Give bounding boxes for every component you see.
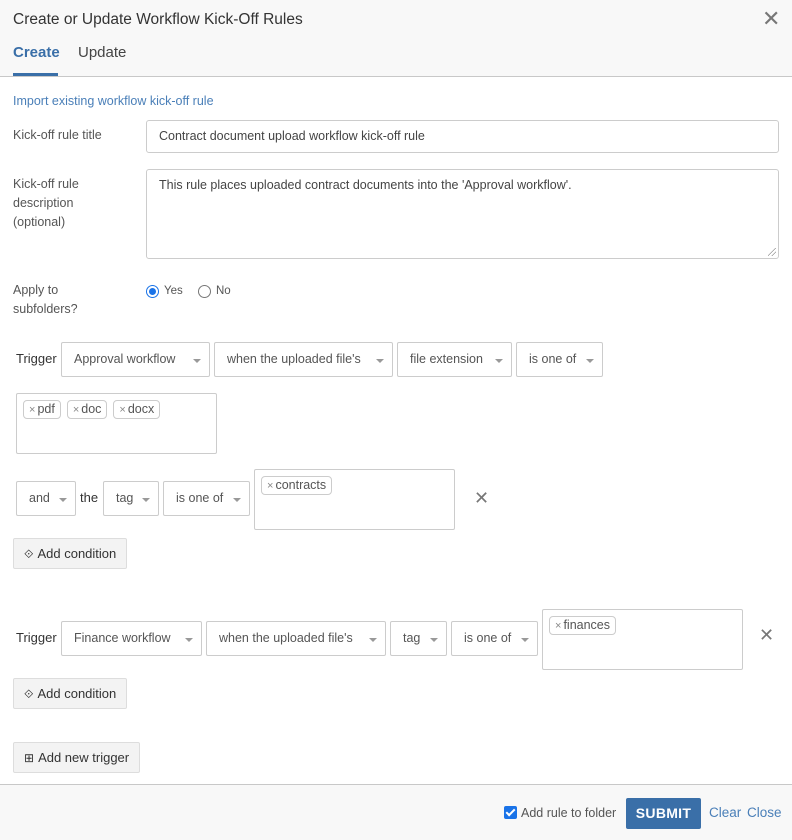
clear-link[interactable]: Clear	[709, 805, 741, 820]
tag-values-input[interactable]: × finances	[542, 609, 743, 670]
title-input[interactable]: Contract document upload workflow kick-o…	[146, 120, 779, 153]
remove-condition-icon[interactable]: ✕	[474, 489, 489, 507]
subfolders-label: Apply to subfolders?	[13, 281, 78, 319]
conjunction-select-value: and	[29, 491, 50, 505]
description-label-line: (optional)	[13, 215, 66, 229]
operator-select[interactable]: is one of	[516, 342, 603, 377]
remove-trigger-icon[interactable]: ✕	[759, 626, 774, 644]
caret-down-icon	[521, 638, 529, 642]
condition-attribute-select[interactable]: tag	[103, 481, 159, 516]
add-condition-icon: ⟐	[24, 547, 34, 561]
chip-remove-icon[interactable]: ×	[119, 404, 125, 416]
value-chip: × contracts	[261, 476, 333, 495]
description-label-line: Kick-off rule	[13, 177, 79, 191]
workflow-select-value: Approval workflow	[74, 352, 176, 366]
value-chip: × docx	[113, 400, 161, 419]
add-condition-button[interactable]: ⟐ Add condition	[13, 538, 128, 569]
caret-down-icon	[185, 638, 193, 642]
add-to-folder-checkbox[interactable]	[504, 806, 517, 819]
workflow-select-value: Finance workflow	[74, 631, 171, 645]
tab-create[interactable]: Create	[13, 44, 60, 61]
subfolders-no-radio[interactable]	[198, 285, 211, 298]
value-chip: × finances	[549, 616, 616, 635]
caret-down-icon	[59, 498, 67, 502]
operator-select-value: is one of	[464, 631, 512, 645]
subject-select-value: when the uploaded file's	[227, 352, 361, 366]
extension-values-input[interactable]: × pdf × doc × docx	[16, 393, 217, 454]
subfolders-yes-radio[interactable]	[146, 285, 159, 298]
workflow-select[interactable]: Approval workflow	[61, 342, 210, 377]
dialog-title: Create or Update Workflow Kick-Off Rules	[13, 11, 303, 28]
chip-remove-icon[interactable]: ×	[267, 480, 273, 492]
trigger-label: Trigger	[16, 351, 57, 366]
caret-down-icon	[430, 638, 438, 642]
chip-remove-icon[interactable]: ×	[73, 404, 79, 416]
dialog-header: Create or Update Workflow Kick-Off Rules…	[0, 0, 792, 77]
active-tab-indicator	[13, 73, 58, 76]
caret-down-icon	[193, 359, 201, 363]
subfolders-label-line: Apply to	[13, 283, 59, 297]
operator-select[interactable]: is one of	[451, 621, 538, 656]
import-rule-link[interactable]: Import existing workflow kick-off rule	[13, 94, 214, 108]
add-new-trigger-label: Add new trigger	[38, 750, 130, 765]
attribute-select-value: file extension	[410, 352, 483, 366]
plus-square-icon: ⊞	[24, 751, 35, 765]
description-text: This rule places uploaded contract docum…	[159, 178, 572, 192]
workflow-select[interactable]: Finance workflow	[61, 621, 202, 656]
resize-handle-icon[interactable]	[768, 248, 776, 256]
caret-down-icon	[586, 359, 594, 363]
chip-label: docx	[127, 402, 155, 416]
chip-label: contracts	[275, 478, 327, 492]
add-condition-label: Add condition	[37, 546, 117, 561]
caret-down-icon	[142, 498, 150, 502]
attribute-select[interactable]: tag	[390, 621, 447, 656]
condition-operator-value: is one of	[176, 491, 224, 505]
title-label: Kick-off rule title	[13, 128, 102, 142]
value-chip: × doc	[66, 400, 108, 419]
value-chip: × pdf	[23, 400, 61, 419]
description-textarea[interactable]: This rule places uploaded contract docum…	[146, 169, 779, 259]
condition-operator-select[interactable]: is one of	[163, 481, 250, 516]
description-label: Kick-off rule description (optional)	[13, 175, 79, 232]
chip-remove-icon[interactable]: ×	[555, 620, 561, 632]
chip-label: doc	[81, 402, 102, 416]
caret-down-icon	[369, 638, 377, 642]
close-icon[interactable]: ✕	[762, 8, 780, 30]
close-link[interactable]: Close	[747, 805, 782, 820]
add-condition-icon: ⟐	[24, 687, 34, 701]
chip-label: pdf	[37, 402, 55, 416]
subject-select-value: when the uploaded file's	[219, 631, 353, 645]
tab-update[interactable]: Update	[78, 44, 126, 61]
the-label: the	[80, 490, 99, 505]
description-label-line: description	[13, 196, 74, 210]
caret-down-icon	[495, 359, 503, 363]
trigger-label: Trigger	[16, 630, 57, 645]
attribute-select-value: tag	[403, 631, 421, 645]
condition-values-input[interactable]: × contracts	[254, 469, 455, 530]
conjunction-select[interactable]: and	[16, 481, 76, 516]
subject-select[interactable]: when the uploaded file's	[206, 621, 386, 656]
add-new-trigger-button[interactable]: ⊞ Add new trigger	[13, 742, 141, 773]
condition-attribute-value: tag	[116, 491, 134, 505]
subfolders-label-line: subfolders?	[13, 302, 78, 316]
add-condition-button[interactable]: ⟐ Add condition	[13, 678, 128, 709]
add-to-folder-label[interactable]: Add rule to folder	[521, 806, 616, 820]
subfolders-yes-label[interactable]: Yes	[164, 285, 183, 297]
chip-label: finances	[563, 618, 610, 632]
caret-down-icon	[376, 359, 384, 363]
add-condition-label: Add condition	[37, 686, 117, 701]
attribute-select[interactable]: file extension	[397, 342, 512, 377]
operator-select-value: is one of	[529, 352, 577, 366]
caret-down-icon	[233, 498, 241, 502]
submit-button[interactable]: SUBMIT	[626, 798, 701, 829]
subject-select[interactable]: when the uploaded file's	[214, 342, 393, 377]
chip-remove-icon[interactable]: ×	[29, 404, 35, 416]
subfolders-no-label[interactable]: No	[216, 285, 231, 297]
